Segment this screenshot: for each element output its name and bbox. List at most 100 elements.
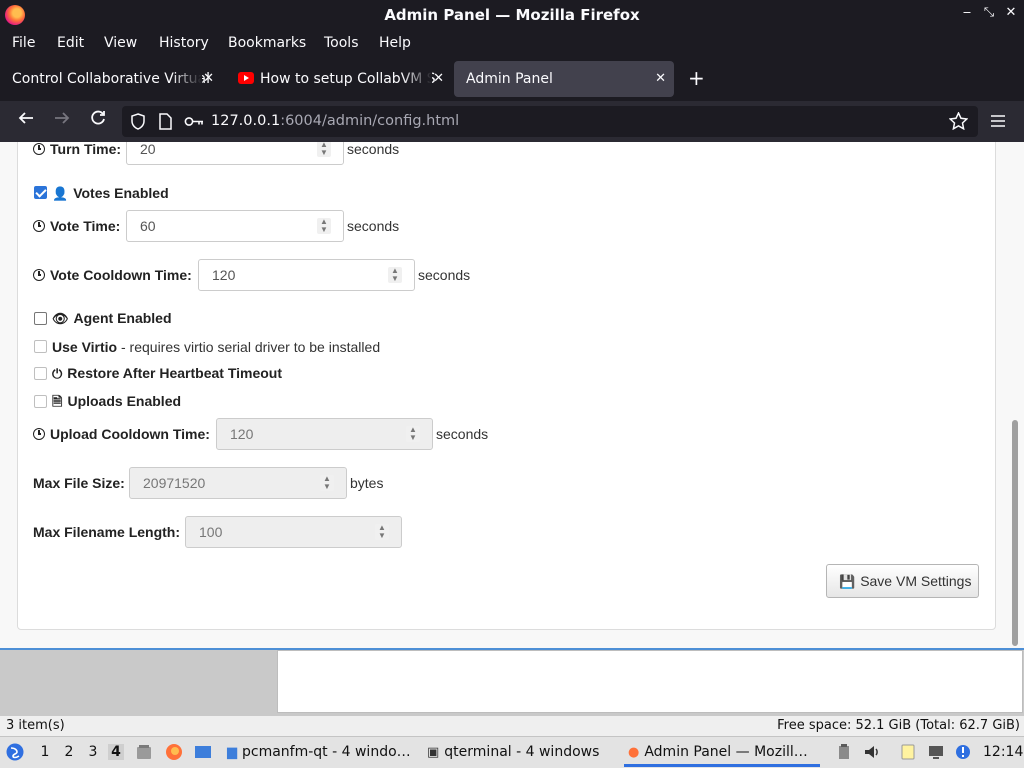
task-firefox-admin-panel[interactable]: ● Admin Panel — Mozill… bbox=[624, 739, 820, 767]
vote-cooldown-label: Vote Cooldown Time: bbox=[33, 267, 192, 283]
maximize-button[interactable]: ⤡ bbox=[980, 5, 998, 20]
minimize-button[interactable]: ‒ bbox=[958, 5, 976, 20]
tab-label: Admin Panel bbox=[466, 71, 553, 87]
clipboard-icon[interactable] bbox=[835, 743, 853, 761]
title-bar: Admin Panel — Mozilla Firefox ‒ ⤡ ✕ bbox=[0, 0, 1024, 30]
vote-cooldown-value: 120 bbox=[212, 267, 236, 283]
spinner-icon[interactable]: ▲ ▼ bbox=[320, 475, 334, 491]
restore-heartbeat-checkbox[interactable] bbox=[34, 367, 47, 380]
max-file-size-unit: bytes bbox=[350, 475, 384, 491]
upload-cooldown-label-text: Upload Cooldown Time: bbox=[50, 426, 210, 442]
uploads-enabled-text: Uploads Enabled bbox=[67, 393, 182, 409]
notes-icon[interactable] bbox=[899, 743, 917, 761]
turn-time-input[interactable]: 20 ▲ ▼ bbox=[126, 142, 344, 165]
reload-icon bbox=[91, 110, 105, 125]
use-virtio-text: Use Virtio bbox=[52, 339, 118, 355]
votes-enabled-checkbox[interactable] bbox=[34, 186, 47, 199]
menu-file[interactable]: File bbox=[12, 35, 35, 51]
spinner-icon[interactable]: ▲ ▼ bbox=[317, 142, 331, 157]
youtube-icon bbox=[238, 72, 254, 84]
eye-icon: 👁 bbox=[52, 311, 69, 326]
turn-time-label-text: Turn Time: bbox=[50, 142, 122, 157]
url-text[interactable]: 127.0.0.1:6004/admin/config.html bbox=[211, 113, 459, 129]
desktop-4[interactable]: 4 bbox=[108, 744, 124, 760]
menu-tools[interactable]: Tools bbox=[324, 35, 359, 51]
restore-heartbeat-text: Restore After Heartbeat Timeout bbox=[67, 365, 283, 381]
firefox-window: Admin Panel — Mozilla Firefox ‒ ⤡ ✕ File… bbox=[0, 0, 1024, 650]
max-filename-length-value: 100 bbox=[199, 524, 223, 540]
reload-button[interactable] bbox=[86, 109, 110, 132]
vote-time-label: Vote Time: bbox=[33, 218, 120, 234]
use-virtio-note: - requires virtio serial driver to be in… bbox=[117, 339, 381, 355]
desktop-1[interactable]: 1 bbox=[37, 744, 53, 760]
desktop-2[interactable]: 2 bbox=[61, 744, 77, 760]
tab-close-icon[interactable]: ✕ bbox=[433, 71, 444, 86]
file-manager-launcher-icon[interactable] bbox=[135, 743, 153, 761]
start-menu-icon[interactable] bbox=[6, 743, 24, 761]
taskbar: 1 2 3 4 ▆ pcmanfm-qt - 4 windo… ▣ qtermina… bbox=[0, 736, 1024, 768]
menu-bookmarks[interactable]: Bookmarks bbox=[228, 35, 306, 51]
bookmark-star-icon[interactable] bbox=[949, 112, 968, 130]
max-file-size-input[interactable]: 20971520 ▲ ▼ bbox=[129, 467, 347, 499]
menu-bar: File Edit View History Bookmarks Tools H… bbox=[0, 30, 1024, 57]
new-tab-button[interactable]: + bbox=[688, 66, 705, 90]
volume-icon[interactable] bbox=[863, 743, 881, 761]
show-desktop-icon[interactable] bbox=[194, 743, 212, 761]
close-window-button[interactable]: ✕ bbox=[1002, 5, 1020, 20]
spinner-icon[interactable]: ▲ ▼ bbox=[317, 218, 331, 234]
firefox-launcher-icon[interactable] bbox=[165, 743, 183, 761]
back-button[interactable] bbox=[14, 109, 38, 132]
shield-icon[interactable] bbox=[130, 113, 146, 130]
task-pcmanfm[interactable]: ▆ pcmanfm-qt - 4 windo… bbox=[223, 739, 415, 767]
tab-collabvm-home[interactable]: Control Collaborative Virtual ✕ bbox=[0, 61, 222, 97]
tab-close-icon[interactable]: ✕ bbox=[655, 71, 666, 86]
vote-cooldown-input[interactable]: 120 ▲ ▼ bbox=[198, 259, 415, 291]
spinner-icon[interactable]: ▲ ▼ bbox=[388, 267, 402, 283]
vm-settings-card: Turn Time: 20 ▲ ▼ seconds 👤 Votes Enabled V… bbox=[17, 142, 996, 630]
upload-cooldown-input[interactable]: 120 ▲ ▼ bbox=[216, 418, 433, 450]
page-icon[interactable] bbox=[158, 113, 172, 130]
tab-admin-panel[interactable]: Admin Panel ✕ bbox=[454, 61, 674, 97]
save-icon: 💾 bbox=[839, 574, 856, 589]
file-list-pane[interactable] bbox=[277, 650, 1023, 713]
url-path: :6004/admin/config.html bbox=[280, 113, 460, 129]
upload-cooldown-value: 120 bbox=[230, 426, 254, 442]
uploads-enabled-checkbox[interactable] bbox=[34, 395, 47, 408]
tab-fade bbox=[402, 61, 432, 97]
vote-time-unit: seconds bbox=[347, 218, 400, 234]
menu-edit[interactable]: Edit bbox=[57, 35, 84, 51]
spinner-icon[interactable]: ▲ ▼ bbox=[375, 524, 389, 540]
clock[interactable]: 12:14 bbox=[983, 744, 1023, 760]
menu-history[interactable]: History bbox=[159, 35, 209, 51]
vote-cooldown-label-text: Vote Cooldown Time: bbox=[50, 267, 192, 283]
forward-button[interactable] bbox=[50, 109, 74, 132]
hamburger-menu-icon[interactable] bbox=[990, 114, 1006, 128]
agent-enabled-checkbox[interactable] bbox=[34, 312, 47, 325]
save-vm-settings-button[interactable]: 💾 Save VM Settings bbox=[826, 564, 979, 598]
forward-arrow-icon bbox=[55, 112, 70, 124]
key-icon[interactable] bbox=[184, 115, 204, 128]
task-qterminal[interactable]: ▣ qterminal - 4 windows bbox=[423, 739, 619, 767]
max-filename-length-input[interactable]: 100 ▲ ▼ bbox=[185, 516, 402, 548]
menu-view[interactable]: View bbox=[104, 35, 137, 51]
max-file-size-label: Max File Size: bbox=[33, 475, 125, 491]
power-icon: ⏻ bbox=[52, 366, 63, 381]
task-label: pcmanfm-qt - 4 windo… bbox=[242, 744, 411, 760]
menu-help[interactable]: Help bbox=[379, 35, 411, 51]
page-scrollbar[interactable] bbox=[1012, 420, 1018, 646]
page-content: Turn Time: 20 ▲ ▼ seconds 👤 Votes Enabled V… bbox=[0, 142, 1024, 648]
clock-icon bbox=[33, 220, 45, 232]
max-file-size-value: 20971520 bbox=[143, 475, 206, 491]
free-space: Free space: 52.1 GiB (Total: 62.7 GiB) bbox=[777, 718, 1020, 733]
restore-heartbeat-label: ⏻ Restore After Heartbeat Timeout bbox=[52, 365, 282, 382]
turn-time-value: 20 bbox=[140, 142, 156, 157]
tab-close-icon[interactable]: ✕ bbox=[203, 71, 214, 86]
url-host: 127.0.0.1 bbox=[211, 113, 281, 129]
spinner-icon[interactable]: ▲ ▼ bbox=[406, 426, 420, 442]
use-virtio-checkbox[interactable] bbox=[34, 340, 47, 353]
network-icon[interactable] bbox=[927, 743, 945, 761]
vote-time-input[interactable]: 60 ▲ ▼ bbox=[126, 210, 344, 242]
desktop-3[interactable]: 3 bbox=[85, 744, 101, 760]
tab-youtube-setup[interactable]: How to setup CollabVM S ✕ bbox=[226, 61, 452, 97]
update-notifier-icon[interactable] bbox=[954, 743, 972, 761]
